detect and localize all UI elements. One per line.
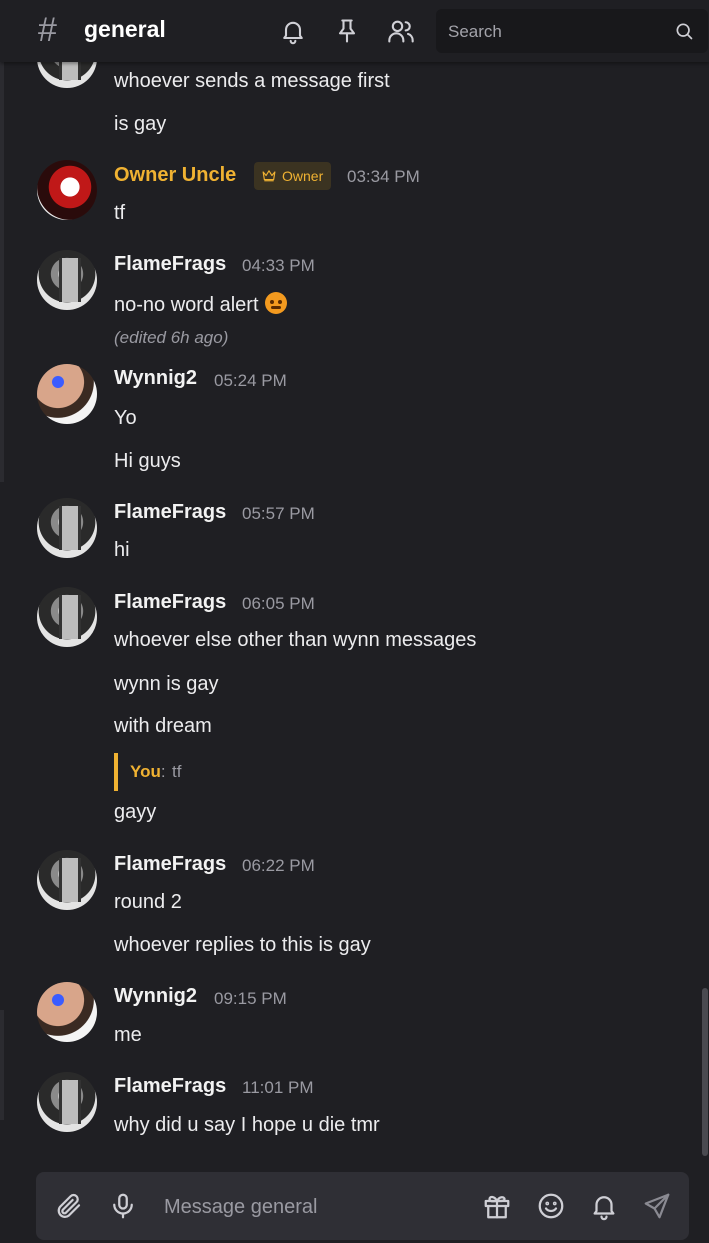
- message-input[interactable]: [162, 1190, 466, 1224]
- author-name[interactable]: FlameFrags: [114, 1075, 226, 1098]
- reply-author: You:: [130, 762, 166, 781]
- timestamp: 04:33 PM: [242, 256, 315, 275]
- author-name[interactable]: FlameFrags: [114, 853, 226, 876]
- left-edge: [0, 62, 4, 482]
- message-text: whoever replies to this is gay: [114, 934, 371, 956]
- message-text: hi: [114, 539, 130, 561]
- message-text: whoever sends a message first: [114, 70, 390, 92]
- timestamp: 03:34 PM: [347, 167, 420, 186]
- gift-icon[interactable]: [482, 1191, 512, 1221]
- avatar[interactable]: [37, 982, 97, 1042]
- message-text: gayy: [114, 801, 157, 823]
- avatar[interactable]: [37, 250, 97, 310]
- timestamp: 05:57 PM: [242, 504, 315, 523]
- message-text: round 2: [114, 891, 182, 913]
- message-text: why did u say I hope u die tmr: [114, 1114, 380, 1136]
- search-input[interactable]: [446, 17, 660, 47]
- avatar[interactable]: [37, 1072, 97, 1132]
- avatar[interactable]: [37, 364, 97, 424]
- author-name[interactable]: FlameFrags: [114, 253, 226, 276]
- author-name[interactable]: Wynnig2: [114, 985, 197, 1008]
- bell-icon[interactable]: [589, 1191, 619, 1221]
- bell-icon[interactable]: [279, 17, 307, 45]
- timestamp: 09:15 PM: [214, 989, 287, 1008]
- channel-name: general: [84, 16, 166, 42]
- avatar[interactable]: [37, 498, 97, 558]
- message-text: Hi guys: [114, 450, 181, 472]
- angry-face-emoji: [264, 292, 287, 314]
- timestamp: 06:05 PM: [242, 594, 315, 613]
- author-name[interactable]: FlameFrags: [114, 591, 226, 614]
- search-icon[interactable]: [674, 21, 694, 41]
- send-icon[interactable]: [642, 1191, 672, 1221]
- message-composer: [36, 1172, 689, 1240]
- emoji-icon[interactable]: [536, 1191, 566, 1221]
- message-text: with dream: [114, 715, 212, 737]
- message-text: wynn is gay: [114, 673, 219, 695]
- scrollbar[interactable]: [702, 988, 708, 1156]
- message-text: Yo: [114, 407, 137, 429]
- crown-icon: [262, 170, 276, 182]
- reply-quote[interactable]: You: tf: [114, 753, 181, 791]
- timestamp: 05:24 PM: [214, 371, 287, 390]
- message-text: me: [114, 1024, 142, 1046]
- reply-text: tf: [172, 762, 182, 781]
- left-edge: [0, 1010, 4, 1120]
- badge-label: Owner: [282, 168, 324, 184]
- message-text: tf: [114, 202, 126, 224]
- message-text-content: no-no word alert: [114, 294, 259, 316]
- search-box[interactable]: [436, 9, 708, 53]
- members-icon[interactable]: [387, 17, 415, 45]
- owner-badge: Owner: [254, 162, 332, 190]
- timestamp: 11:01 PM: [242, 1078, 314, 1097]
- author-name[interactable]: Wynnig2: [114, 367, 197, 390]
- avatar[interactable]: [37, 160, 97, 220]
- avatar[interactable]: [37, 587, 97, 647]
- channel-hash-icon: #: [38, 11, 57, 49]
- avatar[interactable]: [37, 850, 97, 910]
- attach-icon[interactable]: [54, 1191, 84, 1221]
- message-text: whoever else other than wynn messages: [114, 629, 477, 651]
- edited-label: (edited 6h ago): [114, 328, 229, 347]
- message-text: no-no word alert: [114, 292, 287, 317]
- author-name[interactable]: FlameFrags: [114, 501, 226, 524]
- message-text: is gay: [114, 113, 167, 135]
- channel-header: # general: [0, 0, 709, 62]
- timestamp: 06:22 PM: [242, 856, 315, 875]
- mic-icon[interactable]: [108, 1191, 138, 1221]
- author-name[interactable]: Owner Uncle: [114, 164, 236, 187]
- pin-icon[interactable]: [333, 17, 361, 45]
